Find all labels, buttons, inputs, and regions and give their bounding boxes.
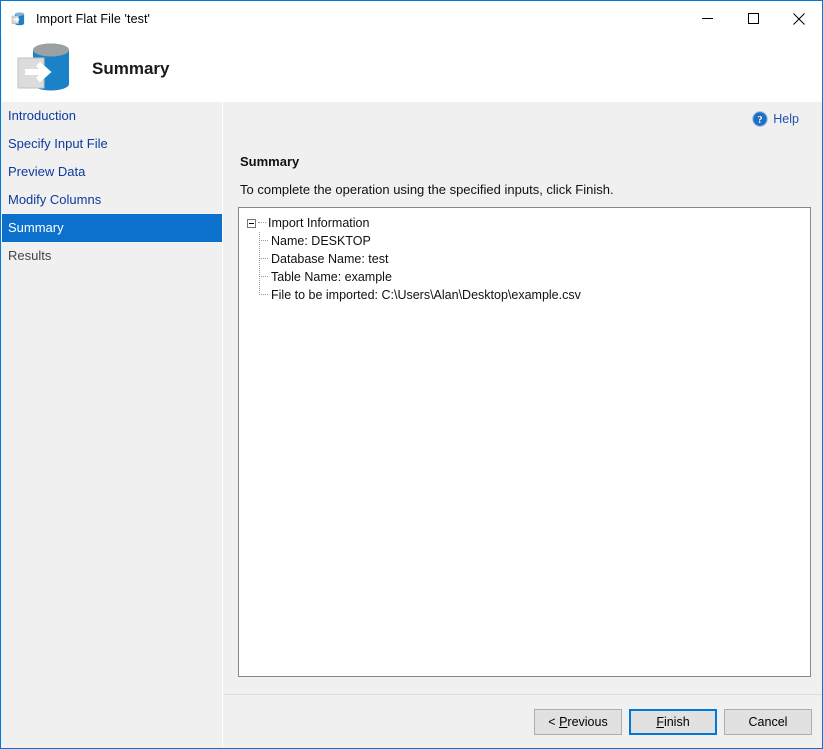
database-import-large-icon: [16, 41, 78, 97]
section-heading: Summary: [240, 154, 299, 169]
help-circle-icon: ?: [752, 111, 768, 127]
sidebar-item-specify-input-file[interactable]: Specify Input File: [2, 130, 222, 158]
tree-item-label: Database Name: test: [271, 252, 388, 266]
tree-item-table-name[interactable]: Table Name: example: [271, 268, 810, 286]
window-title: Import Flat File 'test': [36, 12, 150, 26]
tree-connector: [258, 222, 266, 224]
tree-item-name[interactable]: Name: DESKTOP: [271, 232, 810, 250]
sidebar-item-introduction[interactable]: Introduction: [2, 102, 222, 130]
section-description: To complete the operation using the spec…: [240, 182, 614, 197]
svg-text:?: ?: [758, 115, 763, 126]
window-controls: [684, 1, 822, 36]
database-import-icon: [11, 11, 27, 27]
tree-item-label: Table Name: example: [271, 270, 392, 284]
import-flat-file-window: Import Flat File 'test' Summa: [0, 0, 823, 749]
wizard-sidebar: Introduction Specify Input File Preview …: [2, 102, 223, 748]
sidebar-item-modify-columns[interactable]: Modify Columns: [2, 186, 222, 214]
page-title: Summary: [92, 59, 169, 79]
tree-connector: [259, 240, 268, 242]
tree-children: Name: DESKTOP Database Name: test Table …: [259, 232, 810, 304]
help-link[interactable]: ? Help: [752, 111, 799, 127]
finish-button[interactable]: Finish: [629, 709, 717, 735]
minimize-icon[interactable]: [684, 1, 730, 36]
close-icon[interactable]: [776, 1, 822, 36]
tree-item-label: File to be imported: C:\Users\Alan\Deskt…: [271, 288, 581, 302]
cancel-button[interactable]: Cancel: [724, 709, 812, 735]
sidebar-item-summary[interactable]: Summary: [2, 214, 222, 242]
tree-item-label: Name: DESKTOP: [271, 234, 371, 248]
import-information-tree: Import Information Name: DESKTOP Databas…: [239, 208, 810, 304]
tree-connector: [259, 276, 268, 278]
previous-prefix: <: [548, 715, 559, 729]
tree-root-node[interactable]: Import Information: [247, 214, 810, 232]
previous-suffix: revious: [567, 715, 607, 729]
page-header: Summary: [2, 36, 822, 102]
finish-suffix: inish: [664, 715, 690, 729]
collapse-expander-icon[interactable]: [247, 219, 256, 228]
previous-button[interactable]: < Previous: [534, 709, 622, 735]
tree-connector: [259, 294, 268, 296]
finish-mnemonic: F: [656, 715, 664, 729]
tree-item-file-to-be-imported[interactable]: File to be imported: C:\Users\Alan\Deskt…: [271, 286, 810, 304]
title-bar: Import Flat File 'test': [1, 1, 822, 36]
import-information-panel[interactable]: Import Information Name: DESKTOP Databas…: [238, 207, 811, 677]
sidebar-item-preview-data[interactable]: Preview Data: [2, 158, 222, 186]
tree-connector: [259, 258, 268, 260]
footer-bar: < Previous Finish Cancel: [224, 695, 822, 748]
content-pane: ? Help Summary To complete the operation…: [224, 102, 822, 694]
maximize-icon[interactable]: [730, 1, 776, 36]
tree-root-label: Import Information: [268, 216, 369, 230]
sidebar-item-results: Results: [2, 242, 222, 270]
tree-item-database-name[interactable]: Database Name: test: [271, 250, 810, 268]
help-label: Help: [773, 112, 799, 126]
